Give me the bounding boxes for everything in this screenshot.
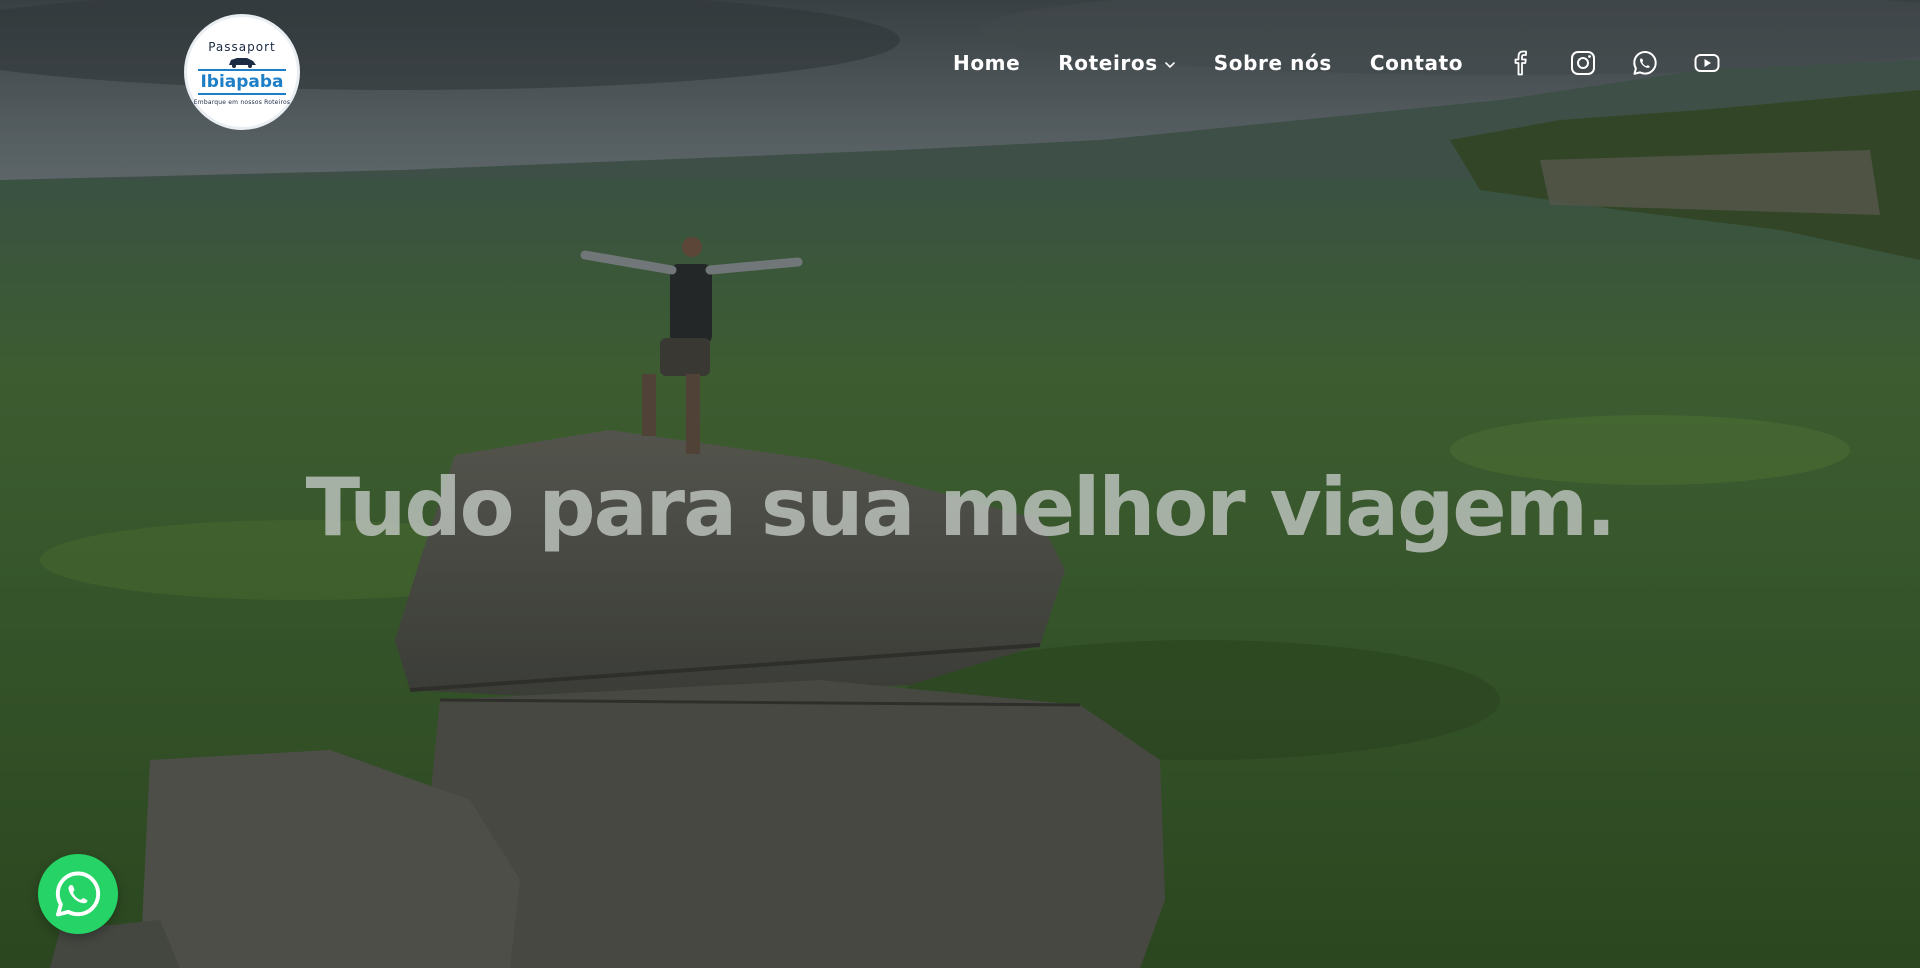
- youtube-link[interactable]: [1692, 48, 1722, 78]
- nav-roteiros-label: Roteiros: [1058, 51, 1158, 75]
- nav-roteiros-dropdown[interactable]: Roteiros: [1058, 51, 1175, 75]
- nav-home-label: Home: [953, 51, 1021, 75]
- whatsapp-icon: [1633, 51, 1657, 75]
- youtube-icon: [1694, 54, 1720, 72]
- main-navigation: Home Roteiros Sobre nós Contato: [953, 46, 1501, 80]
- hero-headline: Tudo para sua melhor viagem.: [305, 461, 1617, 554]
- nav-contato[interactable]: Contato: [1370, 51, 1463, 75]
- logo-main-text: Ibiapaba: [198, 69, 286, 95]
- nav-home[interactable]: Home: [953, 51, 1020, 75]
- nav-sobre-nos[interactable]: Sobre nós: [1214, 51, 1332, 75]
- floating-whatsapp-button[interactable]: [38, 854, 118, 934]
- nav-contato-label: Contato: [1369, 51, 1464, 75]
- whatsapp-icon: [55, 871, 101, 917]
- whatsapp-link[interactable]: [1630, 48, 1660, 78]
- instagram-link[interactable]: [1568, 48, 1598, 78]
- social-links: [1506, 46, 1754, 80]
- chevron-down-icon: [1164, 61, 1175, 68]
- logo-top-text: Passaport: [208, 40, 276, 54]
- instagram-icon: [1571, 51, 1595, 75]
- facebook-link[interactable]: [1506, 48, 1536, 78]
- facebook-icon: [1514, 50, 1527, 76]
- site-logo[interactable]: Passaport Ibiapaba Embarque em nossos Ro…: [184, 14, 300, 130]
- car-icon: [229, 58, 256, 68]
- nav-sobre-nos-label: Sobre nós: [1213, 51, 1332, 75]
- logo-tagline: Embarque em nossos Roteiros: [193, 99, 291, 106]
